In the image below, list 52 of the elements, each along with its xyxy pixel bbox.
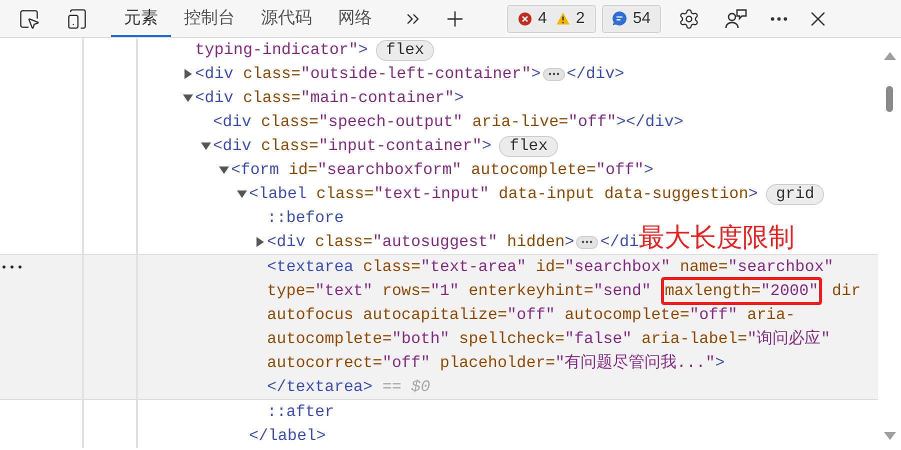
code-text: <label class="text-input" data-input data-suggestion>: [249, 184, 758, 205]
code-text: autofocus autocapitalize="off" autocomplete="off" aria-: [267, 305, 796, 326]
settings-icon[interactable]: [678, 8, 700, 30]
code-text: </div>: [566, 64, 624, 85]
code-text: <div class="speech-output" aria-live="off"></div>: [213, 112, 684, 133]
collapsed-arrow-icon[interactable]: [255, 237, 265, 247]
code-text: </textarea> == $0: [267, 377, 430, 398]
expanded-arrow-icon[interactable]: [183, 93, 193, 103]
code-text: <div class="main-container">: [195, 88, 464, 109]
dots-icon: [548, 72, 560, 76]
code-text: <form id="searchboxform" autocomplete="off">: [231, 160, 654, 181]
dots-icon: [581, 240, 594, 244]
panel-tab[interactable]: 网络: [325, 0, 385, 37]
expanded-arrow-icon[interactable]: [237, 189, 247, 199]
collapsed-arrow-icon[interactable]: [183, 69, 193, 79]
code-text: <div class="autosuggest" hidden>: [267, 232, 574, 253]
error-icon: [518, 12, 532, 26]
code-text: <textarea class="text-area" id="searchbox" name="searchbox": [267, 257, 834, 278]
issue-count: 4: [538, 8, 547, 28]
code-text: dir: [830, 281, 861, 302]
panel-tab[interactable]: 控制台: [171, 0, 248, 37]
message-icon: [612, 11, 627, 26]
code-text: <div class="outside-left-container">: [195, 64, 541, 85]
panel-tab[interactable]: 元素: [111, 0, 171, 37]
code-text: type="text" rows="1" enterkeyhint="send": [267, 281, 652, 302]
device-toolbar-icon[interactable]: [65, 6, 89, 30]
expanded-arrow-icon[interactable]: [219, 165, 229, 175]
messages-button[interactable]: 54: [602, 4, 661, 32]
layout-badge[interactable]: flex: [376, 40, 434, 60]
code-text: autocomplete="both" spellcheck="false" aria-label="询问必应": [267, 328, 830, 350]
code-text: autocorrect="off" placeholder="有问题尽管问我...">: [267, 352, 725, 374]
code-text: <div class="input-container">: [213, 136, 492, 157]
warning-icon: [556, 12, 570, 25]
code-text: ::before: [267, 208, 344, 229]
scroll-down-icon[interactable]: [884, 432, 896, 440]
feedback-icon[interactable]: [724, 8, 748, 30]
highlight-box: maxlength="2000": [660, 277, 822, 305]
annotation-text: 最大长度限制: [638, 223, 795, 253]
code-text: </di: [600, 232, 639, 253]
expanded-arrow-icon[interactable]: [201, 141, 211, 151]
layout-badge[interactable]: grid: [766, 184, 824, 204]
panel-tab[interactable]: 源代码: [248, 0, 325, 37]
code-text: </label>: [249, 426, 326, 447]
layout-badge[interactable]: flex: [499, 136, 558, 156]
ellipsis-button[interactable]: [576, 236, 598, 248]
ellipsis-button[interactable]: [542, 68, 565, 80]
issues-button[interactable]: 4 2: [507, 4, 596, 32]
scrollbar-thumb[interactable]: [886, 86, 893, 112]
issue-count: 2: [576, 8, 585, 28]
scroll-up-icon[interactable]: [884, 52, 896, 60]
code-text: typing-indicator">: [195, 40, 368, 61]
code-text: ::after: [267, 402, 334, 423]
